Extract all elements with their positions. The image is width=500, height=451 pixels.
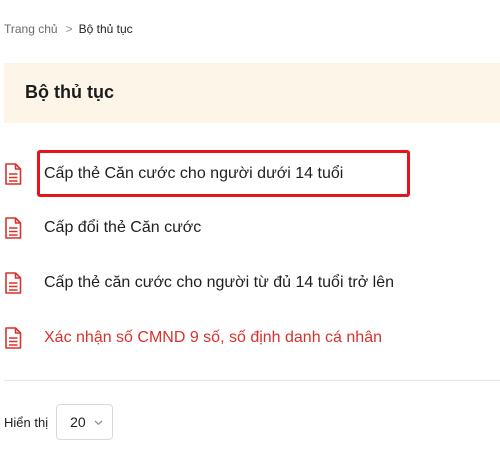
procedure-item[interactable]: Xác nhận số CMND 9 số, số định danh cá n…	[0, 318, 500, 358]
document-icon	[5, 272, 22, 294]
breadcrumb: Trang chủ > Bộ thủ tục	[4, 22, 133, 36]
divider	[4, 380, 500, 381]
chevron-down-icon	[94, 420, 102, 425]
page-title: Bộ thủ tục	[25, 82, 114, 102]
document-icon	[5, 327, 22, 349]
page: Trang chủ > Bộ thủ tục Bộ thủ tục Cấp th…	[0, 0, 500, 451]
procedure-item[interactable]: Cấp đổi thẻ Căn cước	[0, 208, 500, 248]
document-icon	[5, 163, 22, 185]
procedure-link[interactable]: Xác nhận số CMND 9 số, số định danh cá n…	[44, 329, 382, 347]
breadcrumb-current: Bộ thủ tục	[78, 22, 133, 36]
page-size-control: Hiển thị 20	[4, 404, 114, 440]
procedure-link[interactable]: Cấp thẻ Căn cước cho người dưới 14 tuổi	[44, 165, 343, 183]
page-header: Bộ thủ tục	[4, 63, 500, 123]
page-size-value: 20	[70, 414, 86, 430]
procedure-item[interactable]: Cấp thẻ Căn cước cho người dưới 14 tuổi	[0, 154, 500, 194]
procedure-link[interactable]: Cấp thẻ căn cước cho người từ đủ 14 tuổi…	[44, 274, 394, 292]
procedure-item[interactable]: Cấp thẻ căn cước cho người từ đủ 14 tuổi…	[0, 263, 500, 303]
document-icon	[5, 217, 22, 239]
breadcrumb-home-link[interactable]: Trang chủ	[4, 22, 58, 36]
page-size-label: Hiển thị	[4, 414, 49, 430]
page-size-select[interactable]: 20	[56, 404, 114, 440]
breadcrumb-separator: >	[65, 22, 73, 36]
procedure-link[interactable]: Cấp đổi thẻ Căn cước	[44, 219, 201, 237]
